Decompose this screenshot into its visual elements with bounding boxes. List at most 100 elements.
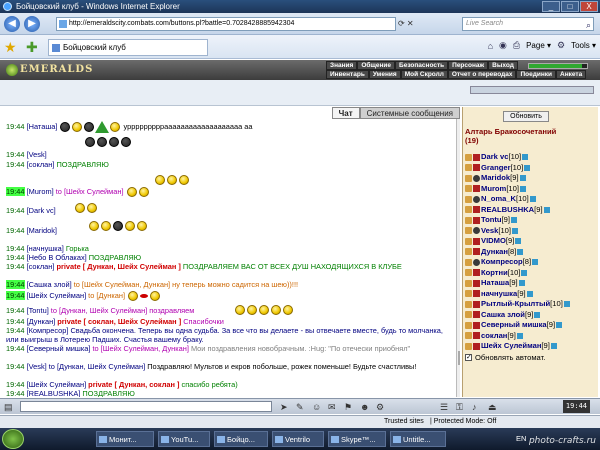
info-icon[interactable] — [563, 301, 570, 307]
tab-system-messages[interactable]: Системные сообщения — [359, 107, 460, 119]
start-button[interactable] — [2, 429, 24, 449]
taskbar-item[interactable]: Untitle... — [390, 431, 446, 447]
sound-icon[interactable]: ♪ — [472, 402, 477, 412]
info-icon[interactable] — [515, 238, 522, 244]
address-bar[interactable]: http://emeraldscity.combats.com/buttons.… — [56, 17, 396, 31]
tree-smiley-icon — [95, 121, 110, 133]
info-icon[interactable] — [519, 175, 526, 181]
user-item[interactable]: Vesk[10] — [465, 226, 597, 237]
user-item[interactable]: VIDMO[9] — [465, 236, 597, 247]
user-item[interactable]: Сашка злой[9] — [465, 310, 597, 321]
forward-button[interactable]: ▶ — [24, 16, 40, 32]
tab-chat[interactable]: Чат — [331, 107, 360, 119]
info-icon[interactable] — [516, 332, 523, 339]
taskbar-item[interactable]: Монит... — [96, 431, 154, 447]
chat-menu-icon[interactable]: ▤ — [4, 402, 13, 413]
refresh-button[interactable]: Обновить — [503, 111, 549, 122]
user-item[interactable]: Tontu[9] — [465, 215, 597, 226]
minimize-button[interactable]: _ — [542, 1, 560, 12]
close-button[interactable]: X — [580, 1, 598, 12]
back-button[interactable]: ◀ — [4, 16, 20, 32]
browser-tab[interactable]: Бойцовский клуб — [48, 39, 208, 56]
clan-icon — [465, 258, 472, 266]
menu-skills[interactable]: Умения — [368, 70, 401, 79]
favorites-star-icon[interactable]: ★ — [4, 39, 17, 56]
chat-scrollbar[interactable] — [456, 119, 460, 397]
user-item[interactable]: Dark vc[10] — [465, 152, 597, 163]
info-icon[interactable] — [521, 269, 528, 276]
app-icon — [331, 436, 339, 443]
lock-icon[interactable]: ⚿ — [456, 402, 463, 413]
chat-line: 19:44 [Dark vc] — [6, 206, 56, 215]
people-icon[interactable]: ☻ — [360, 402, 369, 412]
taskbar-item[interactable]: Skype™... — [328, 431, 386, 447]
menu-character[interactable]: Персонаж — [448, 61, 489, 70]
info-icon[interactable] — [534, 311, 541, 318]
menu-inventory[interactable]: Инвентарь — [326, 70, 369, 79]
gear-icon[interactable]: ⚙ — [376, 402, 384, 413]
clear-icon[interactable]: ✎ — [296, 402, 304, 413]
info-icon[interactable] — [556, 322, 563, 328]
tools-menu[interactable]: Tools ▾ — [571, 41, 596, 50]
feeds-icon[interactable]: ◉ — [499, 40, 507, 51]
info-icon[interactable] — [522, 154, 529, 160]
user-item[interactable]: Кортни[10] — [465, 268, 597, 279]
refresh-stop-icons[interactable]: ⟳ ✕ — [398, 17, 446, 31]
menu-knowledge[interactable]: Знания — [326, 61, 358, 70]
menu-communication[interactable]: Общение — [357, 61, 396, 70]
menu-battles[interactable]: Поединки — [516, 70, 557, 79]
user-item[interactable]: Рытлый-Крылтый[10] — [465, 299, 597, 310]
filter-icon[interactable]: ⚑ — [344, 402, 352, 413]
chat-input[interactable] — [20, 401, 272, 412]
user-item[interactable]: Дункан[8] — [465, 247, 597, 258]
print-icon[interactable]: ⎙ — [513, 40, 520, 51]
settings-icon[interactable]: ☰ — [440, 402, 448, 413]
menu-exit[interactable]: Выход — [488, 61, 518, 70]
search-input[interactable]: Live Search ⌕ — [462, 17, 594, 31]
home-icon[interactable]: ⌂ — [488, 41, 493, 51]
add-favorites-icon[interactable]: ✚ — [26, 39, 38, 56]
taskbar-item[interactable]: Ventrilo — [272, 431, 324, 447]
menu-security[interactable]: Безопасность — [395, 61, 449, 70]
user-item[interactable]: соклан[9] — [465, 331, 597, 342]
info-icon[interactable] — [532, 259, 539, 265]
info-icon[interactable] — [529, 196, 536, 202]
user-item[interactable]: N_oma_K[10] — [465, 194, 597, 205]
chat-line: 19:44 [Шейх Сулейман] to [Дункан] — [6, 290, 161, 301]
menu-profile[interactable]: Анкета — [556, 70, 587, 79]
menu-transfer-report[interactable]: Отчет о переводах — [447, 70, 517, 79]
user-item[interactable]: Наташа[9] — [465, 278, 597, 289]
auto-refresh-checkbox[interactable]: ✓ — [465, 354, 472, 361]
menu-my-scroll[interactable]: Мой Скролл — [400, 70, 448, 79]
user-item[interactable]: Murom[10] — [465, 184, 597, 195]
taskbar-item[interactable]: YouTu... — [158, 431, 210, 447]
send-icon[interactable]: ➤ — [280, 402, 288, 413]
translit-icon[interactable]: ✉ — [328, 402, 336, 413]
info-icon[interactable] — [550, 343, 557, 349]
info-icon[interactable] — [526, 290, 533, 297]
smiles-icon[interactable]: ☺ — [312, 402, 321, 412]
user-item[interactable]: Северный мишка[9] — [465, 320, 597, 331]
page-menu[interactable]: Page ▾ — [526, 41, 551, 50]
user-item[interactable]: Maridok[9] — [465, 173, 597, 184]
taskbar-item[interactable]: Бойцо... — [214, 431, 268, 447]
maximize-button[interactable]: □ — [561, 1, 579, 12]
search-icon[interactable]: ⌕ — [586, 19, 591, 31]
user-item[interactable]: Granger[10] — [465, 163, 597, 174]
auto-refresh-toggle[interactable]: ✓ Обновлять автомат. — [465, 353, 545, 362]
user-item[interactable]: Шейх Сулейман[9] — [465, 341, 597, 352]
user-item[interactable]: Компресор[8] — [465, 257, 597, 268]
exit-icon[interactable]: ⏏ — [488, 402, 497, 413]
info-icon[interactable] — [510, 217, 517, 223]
language-indicator[interactable]: EN — [516, 431, 526, 446]
info-icon[interactable] — [518, 280, 525, 286]
user-item[interactable]: начнушка[9] — [465, 289, 597, 300]
align-icon — [473, 269, 480, 276]
clan-icon — [465, 311, 472, 318]
info-icon[interactable] — [519, 185, 526, 192]
info-icon[interactable] — [543, 206, 550, 213]
info-icon[interactable] — [524, 164, 531, 171]
info-icon[interactable] — [517, 248, 524, 255]
user-item[interactable]: REALBUSHKA[9] — [465, 205, 597, 216]
info-icon[interactable] — [512, 227, 518, 234]
